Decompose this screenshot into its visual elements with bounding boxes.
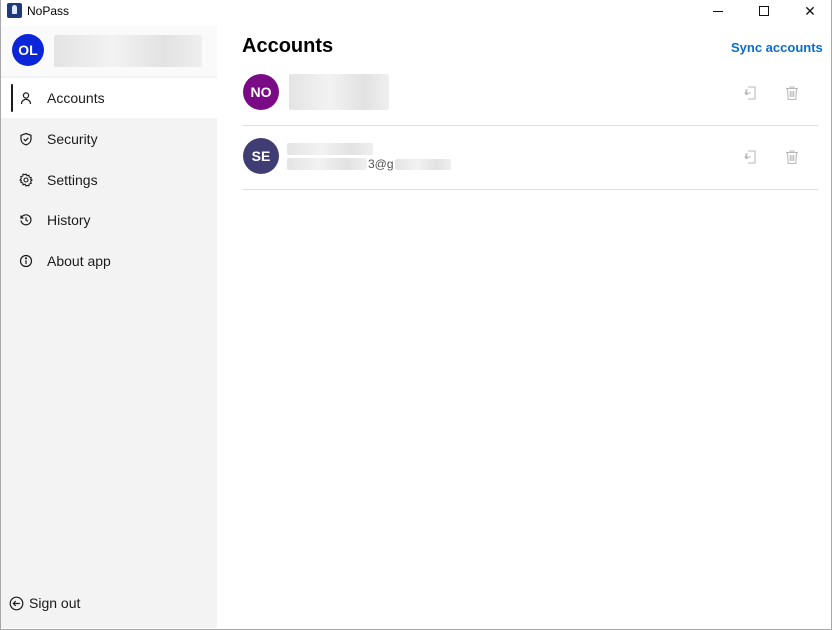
switch-icon	[744, 150, 756, 164]
close-icon: ✕	[804, 3, 816, 19]
email-domain-redacted	[394, 158, 451, 170]
delete-account-button[interactable]	[781, 82, 803, 104]
window-title: NoPass	[27, 4, 70, 18]
sync-accounts-link[interactable]: Sync accounts	[731, 40, 823, 55]
profile-name-redacted	[54, 35, 202, 67]
sidebar-item-label: Settings	[47, 171, 98, 188]
sidebar: OL Accounts Security Settings History Ab…	[1, 26, 217, 628]
avatar: NO	[243, 74, 279, 110]
trash-icon	[786, 86, 798, 101]
sidebar-item-about[interactable]: About app	[1, 241, 217, 281]
email-fragment: 3@g	[368, 157, 394, 171]
list-item[interactable]: SE 3@g	[243, 126, 818, 190]
sign-out-icon	[9, 596, 24, 610]
maximize-button[interactable]	[741, 0, 787, 22]
switch-icon	[744, 86, 756, 100]
minimize-icon	[713, 10, 723, 12]
account-name-redacted	[289, 74, 389, 110]
delete-account-button[interactable]	[781, 146, 803, 168]
profile-header[interactable]: OL	[1, 26, 217, 76]
trash-icon	[786, 150, 798, 165]
minimize-button[interactable]	[695, 0, 741, 22]
list-item[interactable]: NO	[243, 62, 818, 126]
avatar: SE	[243, 138, 279, 174]
close-button[interactable]: ✕	[787, 0, 832, 22]
account-email: 3@g	[287, 157, 451, 171]
sidebar-item-label: Accounts	[47, 90, 105, 106]
sidebar-item-label: Security	[47, 130, 98, 147]
title-bar[interactable]: NoPass ✕	[1, 0, 831, 22]
history-icon	[19, 213, 33, 227]
sign-out-label: Sign out	[29, 595, 81, 611]
avatar[interactable]: OL	[12, 34, 44, 66]
sidebar-nav: Accounts Security Settings History About…	[1, 78, 217, 282]
maximize-icon	[759, 6, 769, 16]
sidebar-item-security[interactable]: Security	[1, 119, 217, 159]
email-user-redacted	[287, 158, 367, 170]
switch-account-button[interactable]	[740, 146, 762, 168]
sidebar-item-accounts[interactable]: Accounts	[1, 78, 217, 118]
shield-icon	[19, 132, 33, 146]
app-logo-icon	[7, 3, 22, 18]
app-window: NoPass ✕ OL Accounts Security Settings H…	[0, 0, 832, 630]
sidebar-item-label: History	[47, 212, 91, 229]
account-name-redacted	[287, 143, 373, 155]
sidebar-item-label: About app	[47, 253, 111, 270]
sign-out-button[interactable]: Sign out	[9, 592, 80, 614]
sidebar-item-history[interactable]: History	[1, 200, 217, 240]
gear-icon	[19, 172, 33, 187]
person-icon	[19, 91, 33, 105]
account-list: NO SE 3@g	[243, 62, 818, 190]
sidebar-item-settings[interactable]: Settings	[1, 160, 217, 200]
main-content: Accounts Sync accounts NO SE 3@g	[217, 26, 831, 628]
switch-account-button[interactable]	[740, 82, 762, 104]
info-icon	[19, 254, 33, 268]
page-title: Accounts	[242, 35, 334, 57]
